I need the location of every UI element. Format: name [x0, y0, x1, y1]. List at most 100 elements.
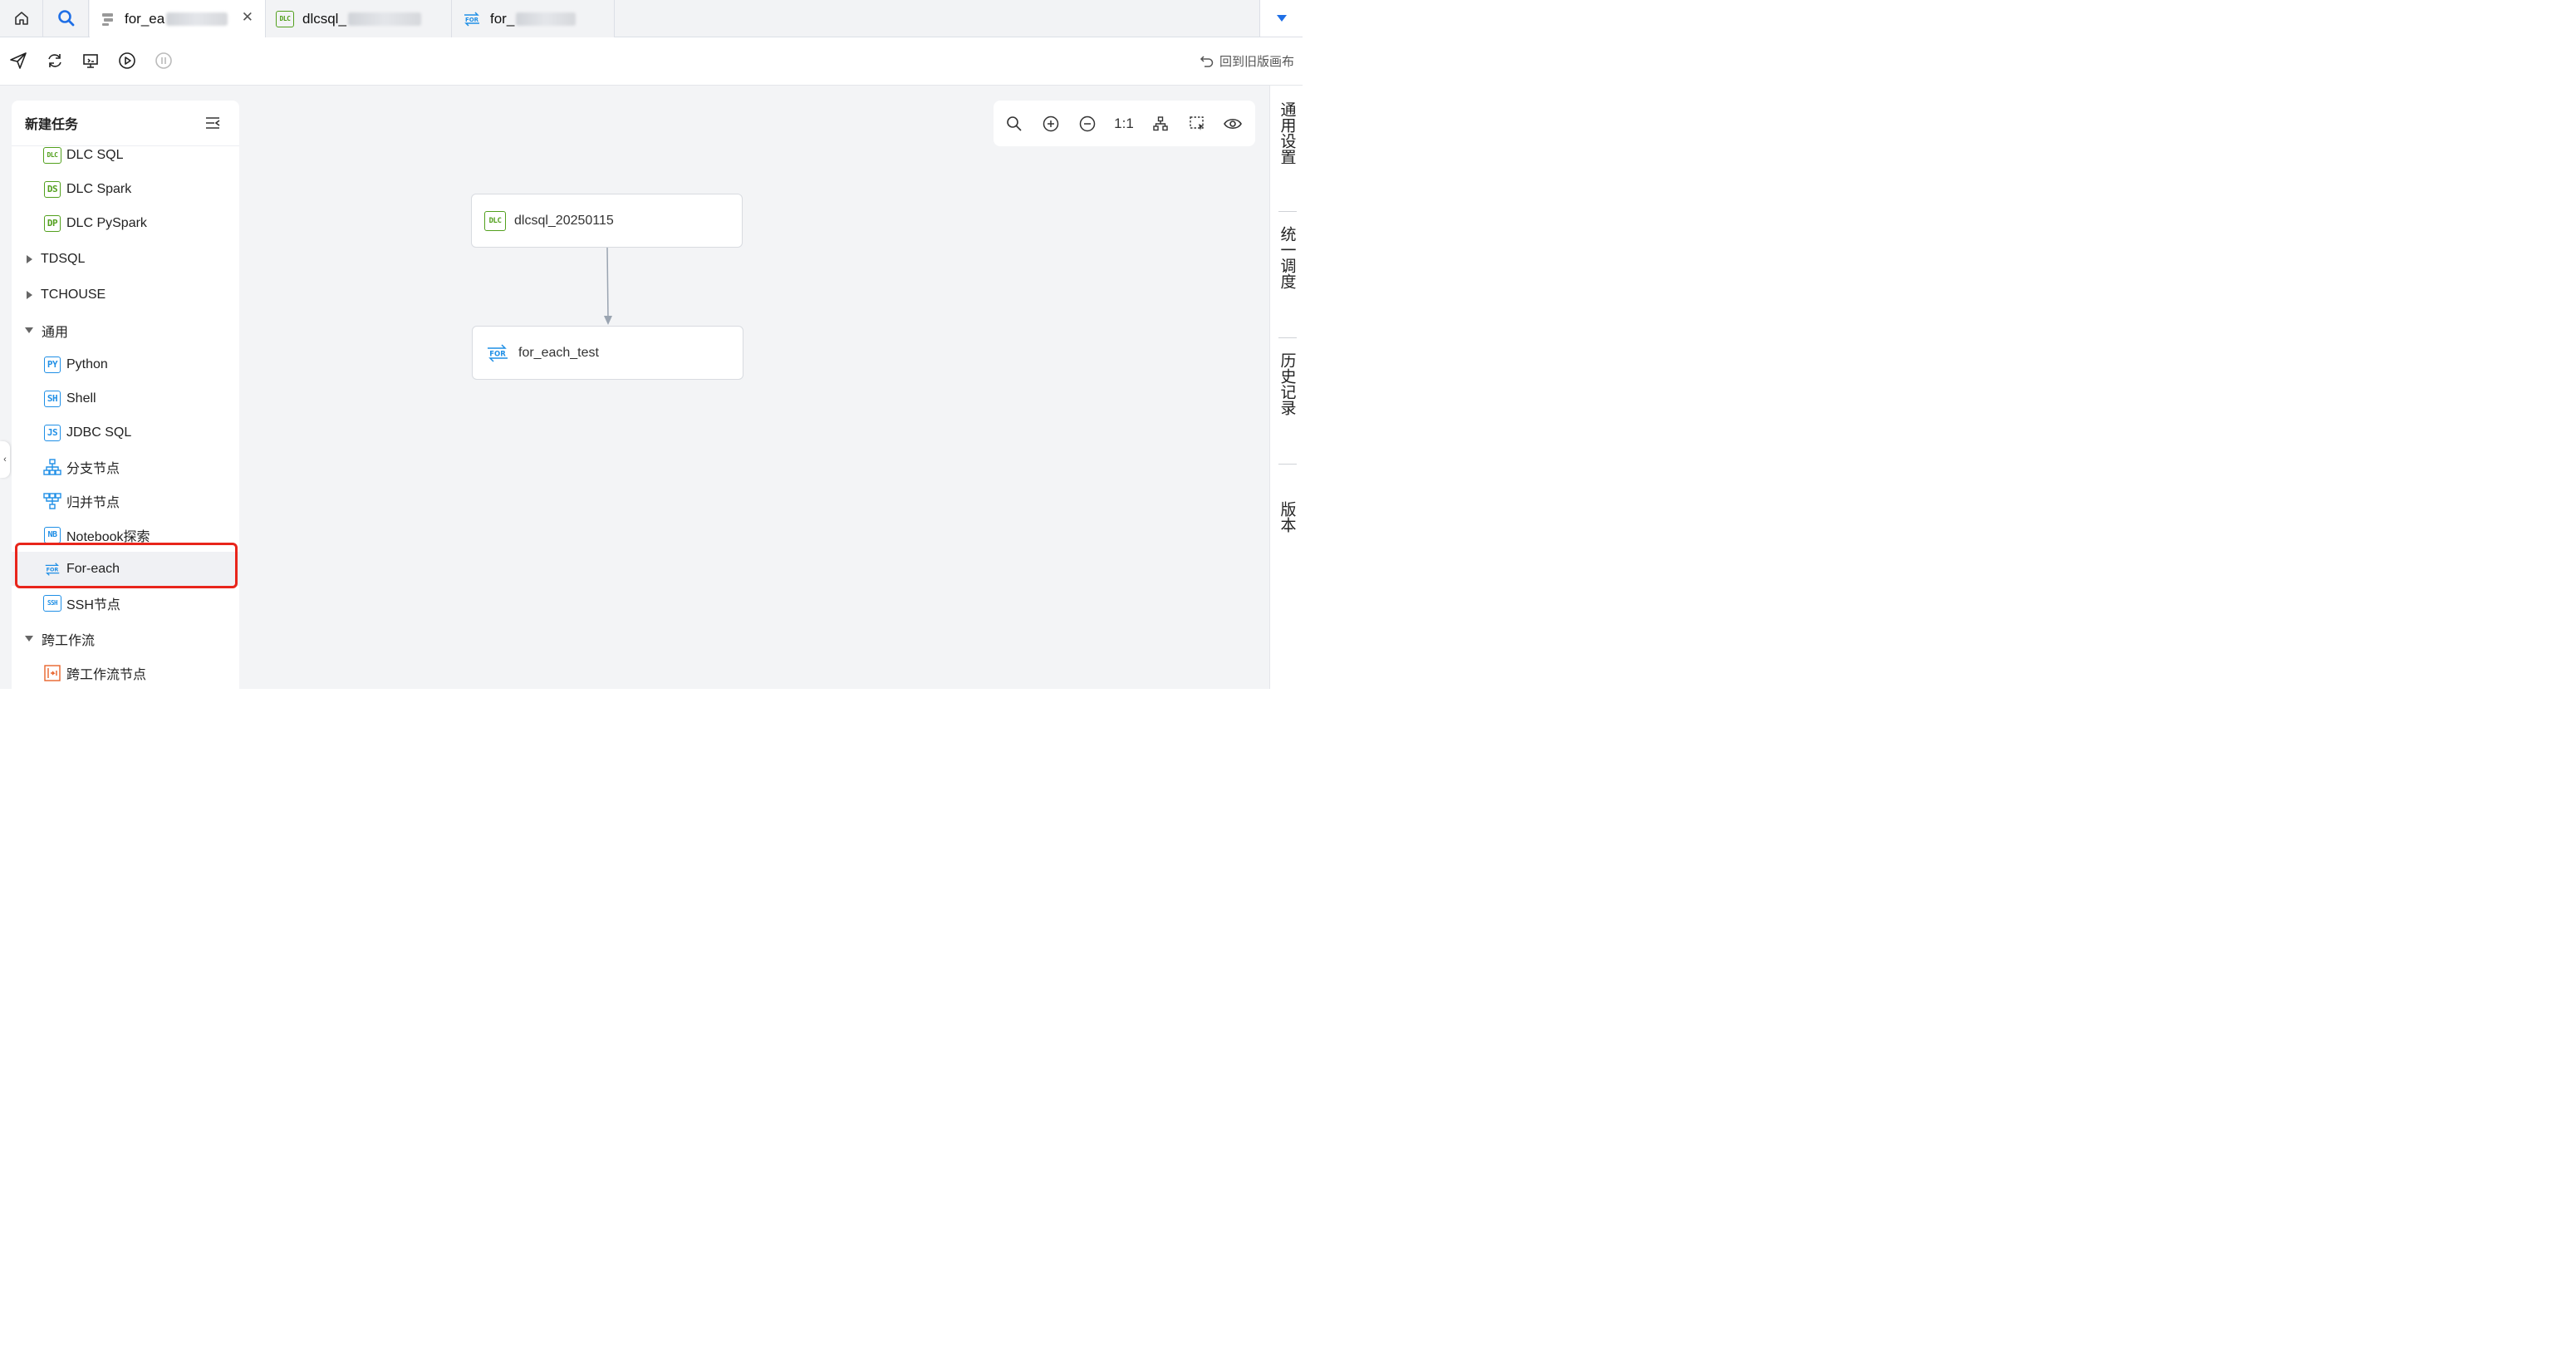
layout-icon — [1153, 116, 1168, 131]
divider — [1278, 337, 1297, 338]
workflow-node-for-each[interactable]: FOR for_each_test — [472, 326, 743, 380]
redacted-text — [516, 12, 577, 26]
list-item-branch-node[interactable]: 分支节点 — [12, 450, 239, 484]
group-label: TCHOUSE — [41, 287, 106, 302]
right-sidebar: 通用设置 统一调度 历史记录 版本 — [1269, 86, 1303, 689]
zoom-in-icon — [1043, 116, 1059, 132]
chevron-left-icon: ‹ — [3, 455, 7, 465]
dlc-icon: DLC — [276, 10, 294, 27]
search-icon — [57, 10, 74, 27]
branch-icon — [43, 458, 61, 475]
home-icon — [14, 12, 28, 25]
list-item-python[interactable]: PY Python — [12, 347, 239, 381]
merge-icon — [43, 492, 61, 509]
send-icon — [10, 52, 27, 69]
group-tchouse[interactable]: TCHOUSE — [12, 278, 239, 312]
eye-icon — [1224, 118, 1242, 130]
item-label: 跨工作流节点 — [66, 667, 147, 682]
tab-overflow-button[interactable] — [1259, 0, 1303, 37]
toolbar: 回到旧版画布 — [0, 37, 1303, 86]
node-name: for_each_test — [518, 345, 599, 360]
unified-schedule-button[interactable]: 统一调度 — [1270, 226, 1303, 297]
list-item-shell[interactable]: SH Shell — [12, 381, 239, 415]
deploy-button[interactable] — [81, 51, 101, 71]
pause-icon — [155, 52, 172, 69]
cross-workflow-icon — [44, 664, 61, 681]
submit-button[interactable] — [8, 51, 28, 71]
tab-dlcsql[interactable]: DLC dlcsql_ — [266, 0, 452, 37]
collapse-list-icon[interactable] — [204, 116, 221, 130]
search-icon — [1007, 116, 1022, 131]
tab-label: for_ — [490, 10, 515, 27]
dlc-pyspark-icon: DP — [44, 214, 61, 232]
actual-size-button[interactable]: 1:1 — [1113, 115, 1135, 133]
list-item-ssh-node[interactable]: SSH SSH节点 — [12, 586, 239, 620]
general-settings-label: 通用设置 — [1278, 101, 1296, 165]
group-cross-workflow[interactable]: 跨工作流 — [12, 622, 239, 656]
divider — [1278, 464, 1297, 465]
canvas-controls: 1:1 — [994, 101, 1255, 146]
version-label: 版本 — [1278, 501, 1296, 533]
zoom-out-button[interactable] — [1078, 115, 1097, 133]
run-button[interactable] — [117, 51, 137, 71]
highlight-box — [15, 543, 238, 588]
caret-down-icon — [25, 327, 33, 333]
item-label: 归并节点 — [66, 495, 120, 510]
caret-right-icon — [27, 290, 32, 299]
list-item-dlc-sql[interactable]: DLC DLC SQL — [12, 138, 239, 172]
group-label: TDSQL — [41, 251, 86, 266]
tab-label: for_ea — [125, 10, 165, 27]
workflow-node-dlcsql[interactable]: DLC dlcsql_20250115 — [471, 194, 743, 248]
for-each-icon: FOR — [488, 343, 508, 362]
pause-button[interactable] — [154, 51, 174, 71]
home-button[interactable] — [0, 0, 43, 37]
redacted-text — [166, 12, 228, 26]
auto-layout-button[interactable] — [1151, 115, 1170, 133]
list-item-jdbc-sql[interactable]: JS JDBC SQL — [12, 415, 239, 450]
history-button[interactable]: 历史记录 — [1270, 352, 1303, 423]
edge-arrow — [604, 248, 612, 325]
item-label: SSH节点 — [66, 597, 120, 612]
dlc-spark-icon: DS — [44, 180, 61, 198]
search-button[interactable] — [44, 0, 89, 37]
list-item-merge-node[interactable]: 归并节点 — [12, 484, 239, 518]
ssh-icon: SSH — [43, 594, 61, 612]
unified-schedule-label: 统一调度 — [1278, 226, 1296, 289]
zoom-out-icon — [1079, 116, 1096, 132]
close-icon[interactable]: ✕ — [242, 9, 253, 26]
list-item-cross-workflow-node[interactable]: 跨工作流节点 — [12, 656, 239, 690]
workflow-canvas[interactable]: ‹ 新建任务 DLC DLC SQL DS DLC Spark DP DLC P… — [0, 86, 1269, 699]
new-task-panel: 新建任务 DLC DLC SQL DS DLC Spark DP DLC PyS… — [12, 101, 239, 699]
node-name: dlcsql_20250115 — [514, 213, 614, 228]
back-to-old-canvas-label: 回到旧版画布 — [1219, 55, 1294, 69]
version-button[interactable]: 版本 — [1270, 501, 1303, 540]
workflow-icon — [102, 12, 113, 26]
group-label: 跨工作流 — [42, 633, 96, 648]
list-item-dlc-spark[interactable]: DS DLC Spark — [12, 172, 239, 206]
tab-for-each[interactable]: for_ea ✕ — [90, 0, 266, 37]
back-to-old-canvas-button[interactable]: 回到旧版画布 — [1200, 52, 1294, 70]
for-each-icon-text: FOR — [465, 17, 479, 23]
refresh-button[interactable] — [45, 51, 65, 71]
general-settings-button[interactable]: 通用设置 — [1270, 101, 1303, 172]
undo-icon — [1200, 55, 1214, 67]
box-select-button[interactable] — [1188, 115, 1206, 133]
tab-for[interactable]: FOR for_ — [452, 0, 615, 37]
item-label: JDBC SQL — [66, 425, 132, 440]
item-label: DLC SQL — [66, 147, 124, 162]
jdbc-sql-icon: JS — [44, 424, 61, 441]
item-label: DLC PySpark — [66, 215, 147, 230]
tab-bar: for_ea ✕ DLC dlcsql_ FOR for_ — [0, 0, 1303, 37]
history-label: 历史记录 — [1278, 352, 1296, 415]
group-general[interactable]: 通用 — [12, 313, 239, 347]
dlc-sql-icon: DLC — [43, 146, 61, 164]
shell-icon: SH — [44, 390, 61, 407]
actual-size-label: 1:1 — [1114, 116, 1134, 131]
preview-button[interactable] — [1223, 115, 1243, 133]
caret-down-icon — [1276, 15, 1287, 22]
list-item-dlc-pyspark[interactable]: DP DLC PySpark — [12, 206, 239, 240]
zoom-in-button[interactable] — [1042, 115, 1060, 133]
collapse-panel-button[interactable]: ‹ — [0, 441, 10, 478]
canvas-search-button[interactable] — [1005, 115, 1023, 133]
group-tdsql[interactable]: TDSQL — [12, 242, 239, 276]
